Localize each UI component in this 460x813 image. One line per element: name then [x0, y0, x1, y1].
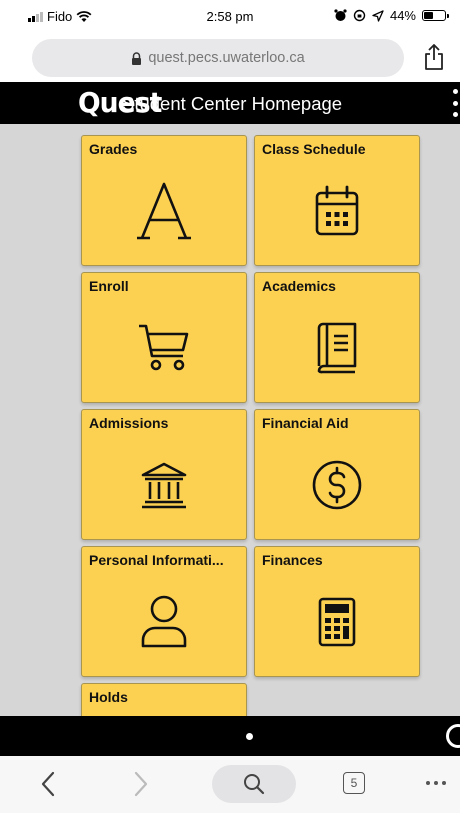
institution-icon	[141, 462, 187, 508]
cart-icon	[139, 324, 189, 370]
person-icon	[141, 595, 187, 647]
browser-toolbar: 5	[0, 756, 460, 813]
tile-enroll[interactable]: Enroll	[81, 272, 247, 403]
letter-a-icon	[137, 182, 191, 239]
tile-label: Financial Aid	[262, 415, 349, 431]
tile-label: Class Schedule	[262, 141, 366, 157]
share-icon[interactable]	[422, 43, 446, 71]
more-options-icon[interactable]	[426, 781, 446, 785]
tile-grid: Grades Class Schedule Enroll Academics A…	[0, 124, 460, 716]
orientation-lock-icon	[353, 9, 366, 22]
search-icon	[244, 774, 265, 795]
url-area: quest.pecs.uwaterloo.ca	[0, 32, 460, 82]
floating-button-icon[interactable]	[446, 724, 460, 748]
bottom-bar	[0, 716, 460, 756]
tile-financial-aid[interactable]: Financial Aid	[254, 409, 420, 540]
kebab-menu-icon[interactable]	[452, 89, 458, 117]
tile-finances[interactable]: Finances	[254, 546, 420, 677]
tile-label: Personal Informati...	[89, 552, 224, 568]
url-bar[interactable]: quest.pecs.uwaterloo.ca	[32, 39, 404, 77]
tile-academics[interactable]: Academics	[254, 272, 420, 403]
search-button[interactable]	[212, 765, 296, 803]
lock-icon	[132, 51, 142, 65]
back-icon[interactable]	[40, 771, 56, 797]
tile-holds[interactable]: Holds	[81, 683, 247, 716]
page-title: Student Center Homepage	[122, 93, 343, 114]
alarm-icon	[334, 9, 347, 21]
status-bar: Fido 2:58 pm 44%	[0, 0, 460, 32]
tile-label: Holds	[89, 689, 128, 705]
book-icon	[317, 322, 357, 373]
dollar-icon	[312, 460, 362, 509]
tile-grades[interactable]: Grades	[81, 135, 247, 266]
location-icon	[372, 9, 384, 22]
tile-label: Grades	[89, 141, 138, 157]
app-header: Quest Student Center Homepage	[0, 82, 460, 124]
tile-label: Enroll	[89, 278, 129, 294]
forward-icon[interactable]	[133, 771, 149, 797]
status-right: 44%	[334, 8, 449, 23]
battery-percent: 44%	[389, 8, 416, 23]
tile-label: Academics	[262, 278, 336, 294]
url-text: quest.pecs.uwaterloo.ca	[148, 50, 305, 66]
tile-personal-information[interactable]: Personal Informati...	[81, 546, 247, 677]
tile-admissions[interactable]: Admissions	[81, 409, 247, 540]
calendar-icon	[315, 185, 359, 235]
battery-icon	[422, 10, 449, 21]
page-indicator-dot	[246, 733, 253, 740]
tile-class-schedule[interactable]: Class Schedule	[254, 135, 420, 266]
tabs-button[interactable]: 5	[343, 772, 365, 794]
calculator-icon	[318, 597, 356, 646]
tile-label: Admissions	[89, 415, 169, 431]
tile-label: Finances	[262, 552, 323, 568]
